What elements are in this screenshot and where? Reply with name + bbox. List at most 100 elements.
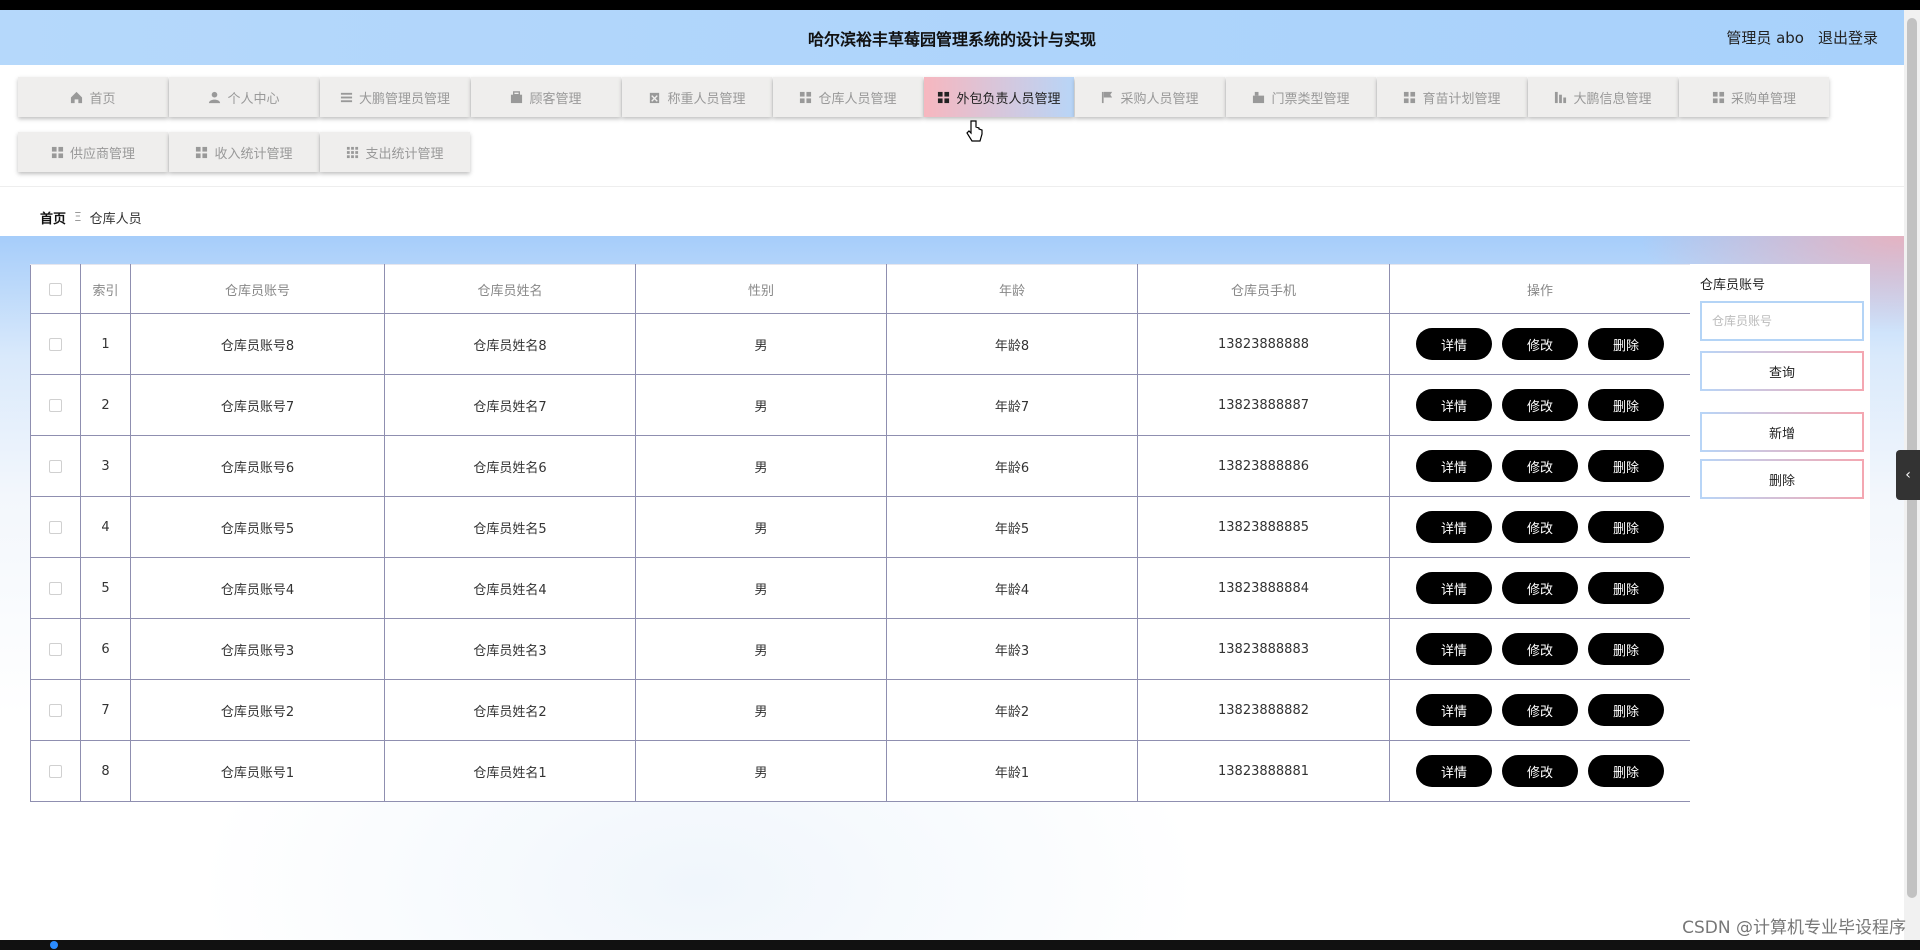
row-select-cell[interactable] (30, 313, 81, 375)
detail-button[interactable]: 详情 (1416, 511, 1492, 543)
detail-button[interactable]: 详情 (1416, 633, 1492, 665)
col-header-actions: 操作 (1389, 264, 1691, 314)
breadcrumb-home[interactable]: 首页 (40, 208, 66, 227)
row-select-cell[interactable] (30, 557, 81, 619)
table-row: 8 仓库员账号1 仓库员姓名1 男年龄1 13823888881 详情 修改 删除 (30, 740, 1691, 802)
detail-button[interactable]: 详情 (1416, 450, 1492, 482)
edit-button[interactable]: 修改 (1502, 694, 1578, 726)
row-checkbox[interactable] (49, 459, 62, 473)
edit-button[interactable]: 修改 (1502, 572, 1578, 604)
delete-button[interactable]: 删除 (1588, 633, 1664, 665)
select-all-cell[interactable] (30, 264, 81, 314)
row-checkbox[interactable] (49, 764, 62, 778)
delete-button[interactable]: 删除 (1588, 755, 1664, 787)
nav-item-11[interactable]: 采购单管理 (1679, 77, 1829, 117)
row-checkbox[interactable] (49, 337, 62, 351)
cell-age: 年龄3 (886, 618, 1138, 680)
row-select-cell[interactable] (30, 374, 81, 436)
nav-item-label: 首页 (89, 91, 116, 107)
nav-item-6[interactable]: 外包负责人员管理 (924, 77, 1074, 117)
row-checkbox[interactable] (49, 703, 62, 717)
detail-button[interactable]: 详情 (1416, 572, 1492, 604)
nav-item-5[interactable]: 仓库人员管理 (773, 77, 923, 117)
user-role: 管理员 abo (1726, 29, 1804, 47)
nav-item-13[interactable]: 收入统计管理 (169, 132, 319, 172)
main-nav: 首页 个人中心 大鹏管理员管理 顾客管理 称重人员管理 仓库人员管理 外包负责人员管理 采购人… (0, 65, 1904, 187)
row-select-cell[interactable] (30, 740, 81, 802)
cell-gender: 男 (635, 557, 887, 619)
cell-age: 年龄4 (886, 557, 1138, 619)
row-select-cell[interactable] (30, 435, 81, 497)
table-row: 6 仓库员账号3 仓库员姓名3 男年龄3 13823888883 详情 修改 删除 (30, 618, 1691, 680)
home-icon (70, 91, 83, 104)
nav-item-label: 大鹏信息管理 (1573, 91, 1652, 107)
row-select-cell[interactable] (30, 496, 81, 558)
edit-button[interactable]: 修改 (1502, 511, 1578, 543)
detail-button[interactable]: 详情 (1416, 328, 1492, 360)
nav-item-2[interactable]: 大鹏管理员管理 (320, 77, 470, 117)
nav-item-label: 供应商管理 (69, 146, 135, 162)
nav-item-label: 顾客管理 (529, 91, 582, 107)
briefcase-icon (510, 90, 523, 104)
nav-item-3[interactable]: 顾客管理 (471, 77, 621, 117)
col-header-gender: 性别 (635, 264, 887, 314)
cell-phone: 13823888885 (1137, 496, 1390, 558)
cell-gender: 男 (635, 374, 887, 436)
select-all-checkbox[interactable] (49, 282, 62, 296)
nav-item-12[interactable]: 供应商管理 (18, 132, 168, 172)
edit-button[interactable]: 修改 (1502, 450, 1578, 482)
row-select-cell[interactable] (30, 679, 81, 741)
search-button[interactable]: 查询 (1700, 351, 1864, 391)
row-checkbox[interactable] (49, 581, 62, 595)
row-checkbox[interactable] (49, 520, 62, 534)
row-checkbox[interactable] (49, 642, 62, 656)
search-input[interactable] (1700, 301, 1864, 341)
progress-dot-icon (50, 941, 58, 949)
table-row: 1 仓库员账号8 仓库员姓名8 男年龄8 13823888888 详情 修改 删除 (30, 313, 1691, 375)
cell-actions: 详情 修改 删除 (1389, 374, 1691, 436)
cell-index: 2 (80, 374, 131, 436)
detail-button[interactable]: 详情 (1416, 755, 1492, 787)
nav-item-14[interactable]: 支出统计管理 (320, 132, 470, 172)
cell-name: 仓库员姓名5 (384, 496, 636, 558)
table-row: 2 仓库员账号7 仓库员姓名7 男年龄7 13823888887 详情 修改 删除 (30, 374, 1691, 436)
table-container: 索引 仓库员账号 仓库员姓名 性别 年龄 仓库员手机 操作 1 仓库员账号8 仓库员… (30, 264, 1691, 802)
edit-button[interactable]: 修改 (1502, 633, 1578, 665)
nav-item-7[interactable]: 采购人员管理 (1075, 77, 1225, 117)
delete-button[interactable]: 删除 (1588, 511, 1664, 543)
delete-button[interactable]: 删除 (1588, 694, 1664, 726)
logout-link[interactable]: 退出登录 (1818, 27, 1878, 48)
bottom-bar (0, 940, 1920, 950)
row-select-cell[interactable] (30, 618, 81, 680)
detail-button[interactable]: 详情 (1416, 389, 1492, 421)
edit-button[interactable]: 修改 (1502, 755, 1578, 787)
apps-icon (346, 146, 359, 159)
data-table: 索引 仓库员账号 仓库员姓名 性别 年龄 仓库员手机 操作 1 仓库员账号8 仓库员… (30, 264, 1691, 802)
cell-age: 年龄7 (886, 374, 1138, 436)
delete-button[interactable]: 删除 (1588, 572, 1664, 604)
cell-age: 年龄6 (886, 435, 1138, 497)
nav-item-4[interactable]: 称重人员管理 (622, 77, 772, 117)
grid-icon (937, 91, 950, 104)
delete-button[interactable]: 删除 (1588, 389, 1664, 421)
grid-icon (195, 146, 208, 159)
nav-item-0[interactable]: 首页 (18, 77, 168, 117)
nav-item-9[interactable]: 育苗计划管理 (1377, 77, 1527, 117)
batch-delete-button[interactable]: 删除 (1700, 459, 1864, 499)
nav-item-10[interactable]: 大鹏信息管理 (1528, 77, 1678, 117)
drawer-toggle-button[interactable]: ‹ (1896, 450, 1920, 500)
cell-gender: 男 (635, 618, 887, 680)
edit-button[interactable]: 修改 (1502, 328, 1578, 360)
cell-index: 3 (80, 435, 131, 497)
nav-item-1[interactable]: 个人中心 (169, 77, 319, 117)
delete-button[interactable]: 删除 (1588, 450, 1664, 482)
add-button[interactable]: 新增 (1700, 412, 1864, 452)
edit-button[interactable]: 修改 (1502, 389, 1578, 421)
cell-name: 仓库员姓名8 (384, 313, 636, 375)
cell-account: 仓库员账号8 (130, 313, 385, 375)
row-checkbox[interactable] (49, 398, 62, 412)
detail-button[interactable]: 详情 (1416, 694, 1492, 726)
nav-item-8[interactable]: 门票类型管理 (1226, 77, 1376, 117)
delete-button[interactable]: 删除 (1588, 328, 1664, 360)
cell-index: 6 (80, 618, 131, 680)
